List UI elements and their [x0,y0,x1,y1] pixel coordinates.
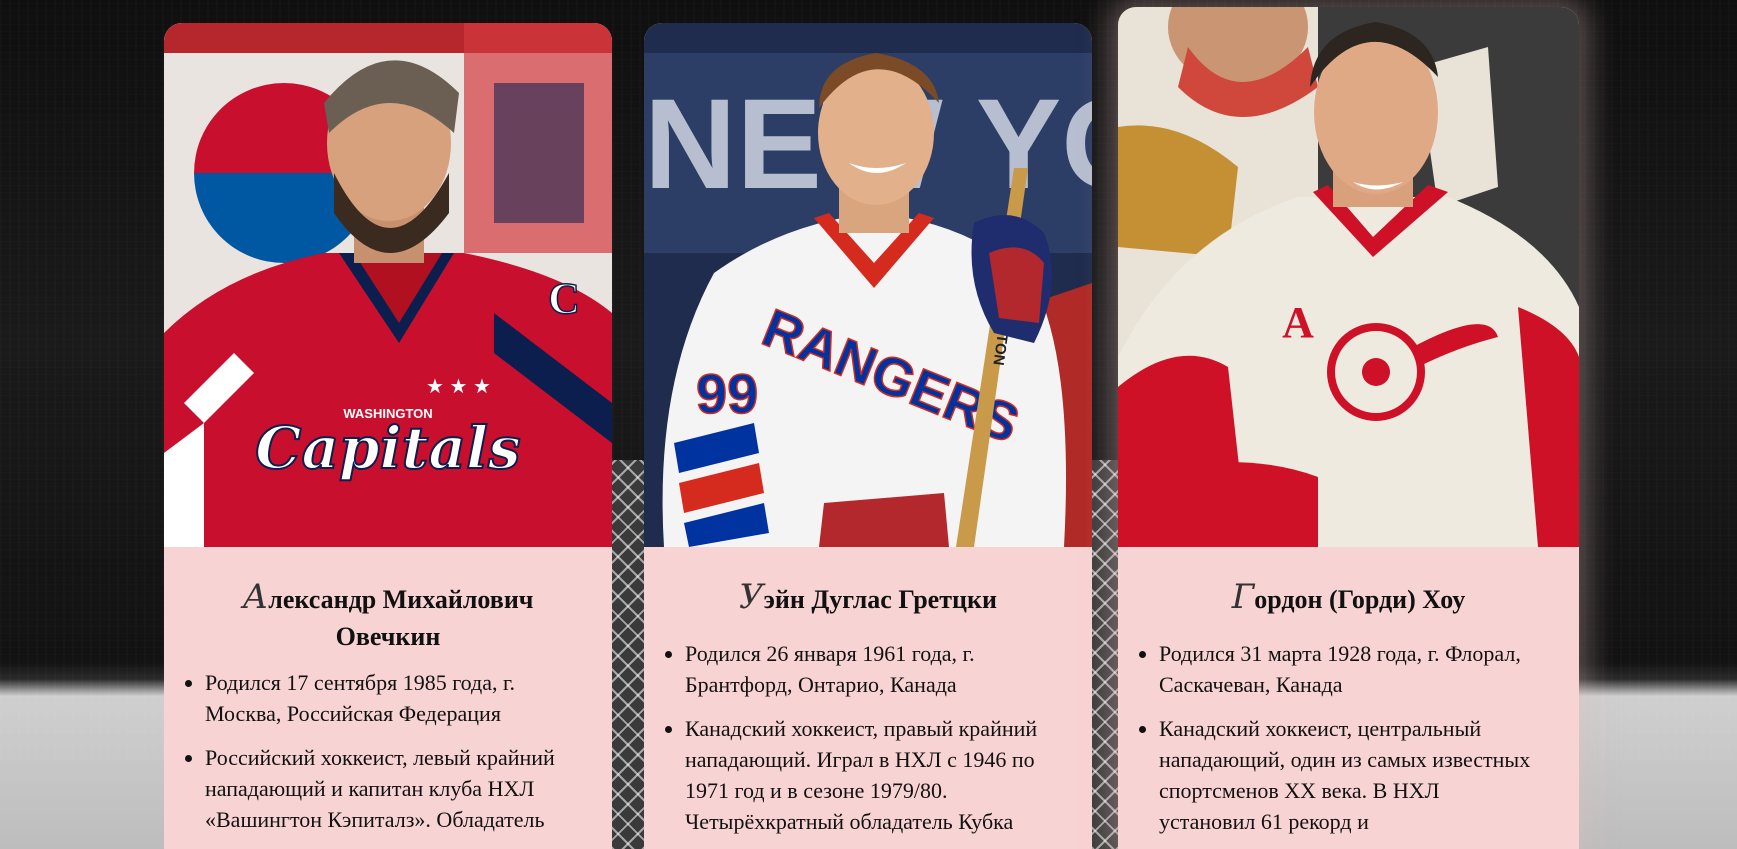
facts-list-howe: Родился 31 марта 1928 года, г. Флорал, С… [1118,638,1555,837]
jersey-number: 99 [696,362,758,425]
fact-item: Родился 31 марта 1928 года, г. Флорал, С… [1159,638,1555,700]
page: WASHINGTON Capitals ★ ★ ★ C Александр Ми… [0,0,1737,849]
player-card-ovechkin: WASHINGTON Capitals ★ ★ ★ C Александр Ми… [164,23,612,849]
card-body-ovechkin: Александр Михайлович Овечкин Родился 17 … [164,547,612,835]
player-name-gretzky: Уэйн Дуглас Гретцки [644,579,1068,618]
player-photo-gretzky: NEW YOR RANGERS 99 EASTON [644,23,1092,547]
fact-item: Родился 17 сентября 1985 года, г. Москва… [205,667,588,729]
player-photo-howe: A [1118,7,1579,547]
alternate-letter: A [1282,298,1314,347]
player-card-gretzky: NEW YOR RANGERS 99 EASTON [644,23,1092,849]
player-name-howe: Гордон (Горди) Хоу [1118,579,1555,618]
facts-list-gretzky: Родился 26 января 1961 года, г. Брантфор… [644,638,1068,837]
jersey-wordmark: Capitals [255,414,520,482]
card-body-gretzky: Уэйн Дуглас Гретцки Родился 26 января 19… [644,547,1092,837]
fact-item: Канадский хоккеист, центральный нападающ… [1159,713,1555,837]
fact-item: Родился 26 января 1961 года, г. Брантфор… [685,638,1068,700]
goal-net-strip-right [1092,460,1118,849]
goal-net-strip-left [612,460,644,849]
name-initial: У [739,577,764,617]
name-rest: эйн Дуглас Гретцки [763,585,997,614]
fact-item: Канадский хоккеист, правый крайний напад… [685,713,1068,837]
player-name-ovechkin: Александр Михайлович Овечкин [164,579,588,655]
player-card-howe: A Гордон (Горди) Хоу Родился 31 марта 19… [1118,7,1579,849]
svg-text:★ ★ ★: ★ ★ ★ [426,376,491,398]
fact-item: Российский хоккеист, левый крайний напад… [205,742,588,835]
player-photo-ovechkin: WASHINGTON Capitals ★ ★ ★ C [164,23,612,547]
name-initial: А [242,577,269,617]
captain-letter: C [548,274,580,323]
name-rest: лександр Михайлович Овечкин [268,585,534,651]
name-rest: ордон (Горди) Хоу [1254,585,1466,614]
card-body-howe: Гордон (Горди) Хоу Родился 31 марта 1928… [1118,547,1579,837]
facts-list-ovechkin: Родился 17 сентября 1985 года, г. Москва… [164,667,588,835]
name-initial: Г [1231,577,1255,617]
